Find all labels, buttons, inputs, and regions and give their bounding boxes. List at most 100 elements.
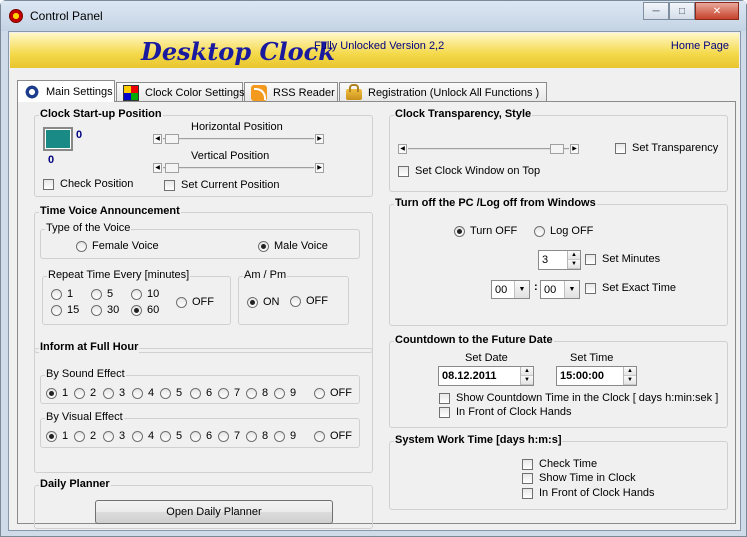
radio-label: 10 <box>147 288 160 300</box>
check-time-checkbox[interactable]: Check Time <box>522 458 597 470</box>
sound-effect-2-radio[interactable]: 2 <box>74 387 96 399</box>
checkbox-label: Check Time <box>539 458 598 470</box>
stepper-up-icon[interactable]: ▲ <box>568 251 580 260</box>
ampm-on-radio[interactable]: ON <box>247 296 280 308</box>
visual-effect-5-radio[interactable]: 5 <box>160 430 182 442</box>
transparency-slider[interactable]: ◀ ▶ <box>398 144 579 154</box>
rss-icon <box>251 84 267 101</box>
radio-dot <box>218 430 229 442</box>
tab-rss-reader[interactable]: RSS Reader <box>244 82 338 102</box>
slider-thumb[interactable] <box>165 134 179 144</box>
show-time-checkbox[interactable]: Show Time in Clock <box>522 472 636 484</box>
maximize-button[interactable]: □ <box>669 2 695 20</box>
sound-effect-1-radio[interactable]: 1 <box>46 387 68 399</box>
radio-label: OFF <box>306 295 328 307</box>
check-position-checkbox[interactable]: Check Position <box>43 178 133 190</box>
y-position-value: 0 <box>48 154 55 166</box>
set-transparency-checkbox[interactable]: Set Transparency <box>615 142 718 154</box>
repeat-30-radio[interactable]: 30 <box>91 304 119 316</box>
slider-thumb[interactable] <box>550 144 564 154</box>
minimize-button[interactable]: ─ <box>643 2 669 20</box>
close-button[interactable]: ✕ <box>695 2 739 20</box>
radio-label: 5 <box>176 430 183 442</box>
minute-select[interactable]: 00 ▼ <box>540 280 580 299</box>
set-exact-time-checkbox[interactable]: Set Exact Time <box>585 282 676 294</box>
chevron-down-icon[interactable]: ▼ <box>564 281 579 298</box>
visual-effect-6-radio[interactable]: 6 <box>190 430 212 442</box>
radio-label: 60 <box>147 304 160 316</box>
vertical-position-slider[interactable]: ◀ ▶ <box>153 163 324 173</box>
repeat-off-radio[interactable]: OFF <box>176 296 214 308</box>
countdown-in-front-checkbox[interactable]: In Front of Clock Hands <box>439 406 572 418</box>
sound-effect-8-radio[interactable]: 8 <box>246 387 268 399</box>
sound-effect-9-radio[interactable]: 9 <box>274 387 296 399</box>
repeat-60-radio[interactable]: 60 <box>131 304 159 316</box>
tab-main-settings[interactable]: Main Settings <box>17 80 115 102</box>
sound-effect-6-radio[interactable]: 6 <box>190 387 212 399</box>
chevron-down-icon[interactable]: ▼ <box>514 281 529 298</box>
group-title: Clock Transparency, Style <box>394 108 533 120</box>
countdown-group: Countdown to the Future Date Set Date Se… <box>389 334 728 428</box>
horizontal-position-label: Horizontal Position <box>191 121 283 133</box>
visual-effect-off-radio[interactable]: OFF <box>314 430 352 442</box>
window-on-top-checkbox[interactable]: Set Clock Window on Top <box>398 165 540 177</box>
set-time-label: Set Time <box>570 352 614 364</box>
sound-effect-3-radio[interactable]: 3 <box>103 387 125 399</box>
sound-effect-off-radio[interactable]: OFF <box>314 387 352 399</box>
show-countdown-checkbox[interactable]: Show Countdown Time in the Clock [ days … <box>439 392 718 404</box>
stepper-down-icon[interactable]: ▼ <box>568 260 580 269</box>
log-off-radio[interactable]: Log OFF <box>534 225 593 237</box>
work-time-in-front-checkbox[interactable]: In Front of Clock Hands <box>522 487 655 499</box>
visual-effect-9-radio[interactable]: 9 <box>274 430 296 442</box>
slider-thumb[interactable] <box>165 163 179 173</box>
repeat-10-radio[interactable]: 10 <box>131 288 159 300</box>
stepper-up-icon[interactable]: ▲ <box>624 367 636 376</box>
radio-label: 3 <box>119 387 126 399</box>
countdown-date-picker[interactable]: 08.12.2011 ▲ ▼ <box>438 366 534 386</box>
radio-label: 6 <box>206 430 213 442</box>
ampm-group: Am / Pm ON OFF <box>238 269 349 325</box>
horizontal-position-slider[interactable]: ◀ ▶ <box>153 134 324 144</box>
stepper-down-icon[interactable]: ▼ <box>521 376 533 385</box>
radio-label: 6 <box>206 387 213 399</box>
title-bar[interactable]: Control Panel ─ □ ✕ <box>1 1 746 31</box>
radio-label: 5 <box>176 387 183 399</box>
hour-select[interactable]: 00 ▼ <box>491 280 530 299</box>
radio-label: OFF <box>192 296 214 308</box>
group-title: Turn off the PC /Log off from Windows <box>394 197 597 209</box>
group-title: Inform at Full Hour <box>39 341 140 353</box>
countdown-time-picker[interactable]: 15:00:00 ▲ ▼ <box>556 366 637 386</box>
window-title: Control Panel <box>30 9 103 23</box>
minutes-stepper[interactable]: 3 ▲ ▼ <box>538 250 581 270</box>
visual-effect-8-radio[interactable]: 8 <box>246 430 268 442</box>
tab-registration[interactable]: Registration (Unlock All Functions ) <box>339 82 547 102</box>
set-minutes-checkbox[interactable]: Set Minutes <box>585 253 660 265</box>
minimize-icon: ─ <box>652 5 660 17</box>
visual-effect-1-radio[interactable]: 1 <box>46 430 68 442</box>
sound-effect-7-radio[interactable]: 7 <box>218 387 240 399</box>
sound-effect-4-radio[interactable]: 4 <box>132 387 154 399</box>
select-value: 00 <box>544 283 557 296</box>
repeat-15-radio[interactable]: 15 <box>51 304 79 316</box>
radio-dot <box>274 430 285 442</box>
ampm-off-radio[interactable]: OFF <box>290 295 328 307</box>
turn-off-radio[interactable]: Turn OFF <box>454 225 517 237</box>
visual-effect-7-radio[interactable]: 7 <box>218 430 240 442</box>
female-voice-radio[interactable]: Female Voice <box>76 240 159 252</box>
open-daily-planner-button[interactable]: Open Daily Planner <box>95 500 333 524</box>
radio-label: 9 <box>290 430 297 442</box>
home-page-link[interactable]: Home Page <box>671 40 729 52</box>
set-current-position-checkbox[interactable]: Set Current Position <box>164 179 279 191</box>
stepper-up-icon[interactable]: ▲ <box>521 367 533 376</box>
tab-clock-color-settings[interactable]: Clock Color Settings <box>116 82 245 102</box>
repeat-1-radio[interactable]: 1 <box>51 288 73 300</box>
sound-effect-5-radio[interactable]: 5 <box>160 387 182 399</box>
male-voice-radio[interactable]: Male Voice <box>258 240 328 252</box>
stepper-down-icon[interactable]: ▼ <box>624 376 636 385</box>
full-hour-group: Inform at Full Hour By Sound Effect 1 2 3 4… <box>34 341 373 473</box>
visual-effect-4-radio[interactable]: 4 <box>132 430 154 442</box>
radio-label: 1 <box>67 288 74 300</box>
visual-effect-2-radio[interactable]: 2 <box>74 430 96 442</box>
repeat-5-radio[interactable]: 5 <box>91 288 113 300</box>
visual-effect-3-radio[interactable]: 3 <box>103 430 125 442</box>
